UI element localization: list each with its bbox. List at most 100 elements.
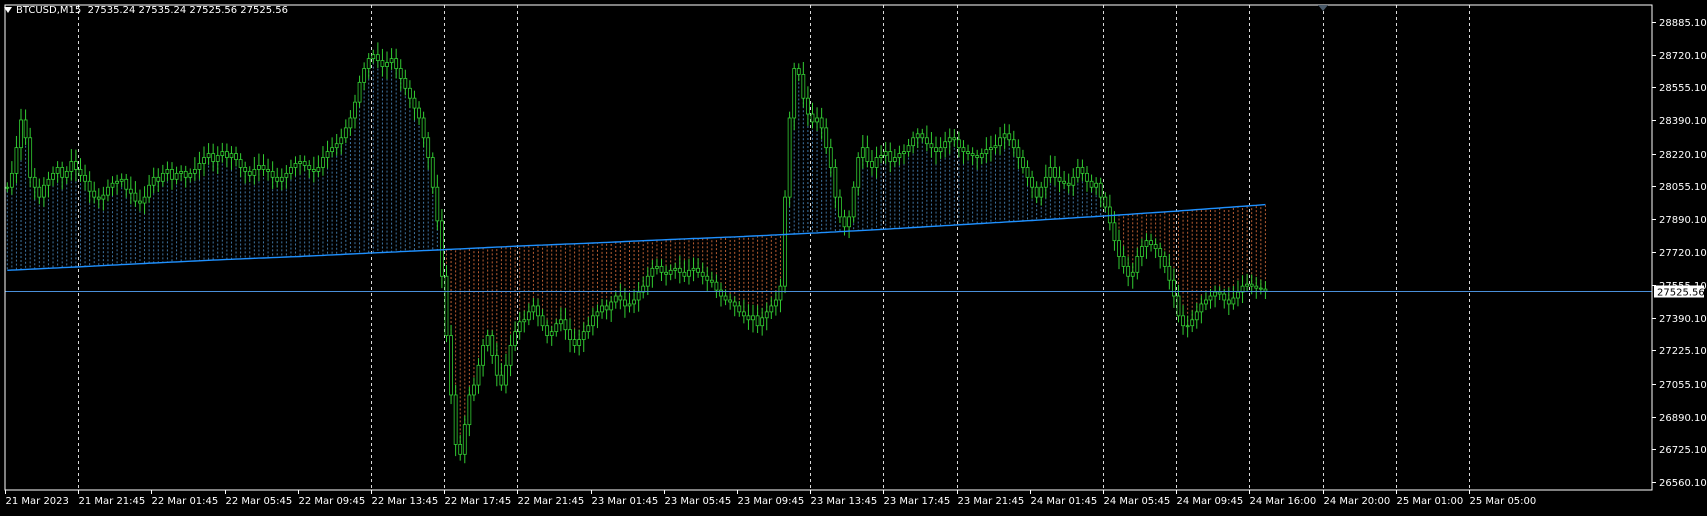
candle-body bbox=[984, 149, 989, 154]
price-chart[interactable]: 28885.10 28720.10 28555.10 28390.10 28220.10… bbox=[0, 0, 1707, 512]
candle-body bbox=[197, 163, 202, 170]
y-tick-label: 27890.10 bbox=[1659, 215, 1707, 226]
candle-body bbox=[943, 141, 948, 149]
candle-body bbox=[934, 147, 938, 153]
candle-body bbox=[1130, 271, 1135, 277]
candle-body bbox=[1057, 176, 1062, 182]
x-tick-label: 24 Mar 01:45 bbox=[1031, 496, 1098, 507]
candle-body bbox=[737, 305, 742, 313]
candle-body bbox=[700, 271, 705, 277]
candle-body bbox=[705, 275, 710, 281]
candle-body bbox=[115, 180, 119, 184]
candle-body bbox=[298, 161, 302, 164]
candle-body bbox=[1226, 299, 1231, 305]
chart-canvas[interactable]: 28885.10 28720.10 28555.10 28390.10 28220.10… bbox=[0, 0, 1707, 512]
candle-body bbox=[321, 157, 325, 168]
candle-body bbox=[1039, 186, 1044, 198]
candle-body bbox=[696, 267, 701, 273]
candle-body bbox=[417, 107, 421, 119]
candle-body bbox=[659, 265, 664, 273]
candle-body bbox=[508, 345, 513, 366]
candle-body bbox=[302, 161, 307, 166]
candle-body bbox=[128, 188, 133, 194]
candle-body bbox=[1194, 311, 1199, 321]
candle-body bbox=[1066, 182, 1071, 186]
candle-body bbox=[563, 319, 568, 331]
candle-body bbox=[1025, 167, 1030, 178]
candle-body bbox=[119, 178, 124, 182]
candle-body bbox=[444, 275, 449, 337]
y-tick-label: 26725.10 bbox=[1659, 445, 1707, 456]
candle-body bbox=[1149, 240, 1153, 246]
x-tick-label: 23 Mar 17:45 bbox=[884, 496, 951, 507]
candle-body bbox=[623, 299, 627, 307]
candle-body bbox=[691, 267, 696, 271]
candle-body bbox=[1030, 176, 1034, 188]
candle-body bbox=[586, 325, 591, 333]
candle-body bbox=[504, 364, 508, 386]
x-tick-label: 23 Mar 21:45 bbox=[958, 496, 1025, 507]
candle-body bbox=[51, 172, 55, 180]
candle-body bbox=[783, 196, 787, 287]
candle-body bbox=[60, 167, 65, 178]
candle-body bbox=[1121, 256, 1126, 267]
candle-body bbox=[490, 335, 495, 356]
candle-body bbox=[234, 153, 238, 160]
candle-body bbox=[1185, 325, 1190, 328]
x-tick-label: 24 Mar 16:00 bbox=[1250, 496, 1317, 507]
candle-body bbox=[709, 279, 714, 283]
candle-body bbox=[1190, 319, 1195, 327]
candle-body bbox=[531, 305, 536, 313]
candle-body bbox=[1158, 248, 1163, 257]
candle-body bbox=[664, 271, 668, 275]
candle-body bbox=[32, 176, 37, 188]
candle-body bbox=[888, 151, 893, 162]
candle-body bbox=[879, 155, 884, 158]
candle-body bbox=[151, 176, 156, 186]
candle-body bbox=[165, 169, 170, 174]
y-tick-label: 28390.10 bbox=[1659, 116, 1707, 127]
candle-body bbox=[1089, 180, 1094, 188]
candle-body bbox=[632, 299, 636, 305]
candle-body bbox=[911, 137, 916, 147]
candle-body bbox=[851, 186, 856, 218]
candle-body bbox=[801, 74, 806, 99]
candle-body bbox=[687, 269, 691, 277]
candle-body bbox=[133, 192, 138, 202]
candle-body bbox=[1135, 256, 1140, 273]
candle-body bbox=[778, 285, 783, 301]
candle-body bbox=[741, 311, 746, 317]
candle-body bbox=[266, 169, 270, 172]
x-tick-label: 21 Mar 2023 bbox=[6, 496, 69, 507]
candle-body bbox=[142, 196, 147, 204]
candle-body bbox=[682, 271, 687, 277]
candle-body bbox=[14, 147, 19, 174]
candle-body bbox=[1208, 295, 1213, 301]
x-tick-label: 22 Mar 13:45 bbox=[372, 496, 439, 507]
dropdown-triangle-icon[interactable] bbox=[4, 7, 12, 13]
x-tick-label: 24 Mar 20:00 bbox=[1324, 496, 1391, 507]
candle-body bbox=[481, 345, 485, 366]
candle-body bbox=[870, 161, 874, 168]
candle-body bbox=[645, 275, 650, 287]
candle-body bbox=[810, 113, 815, 123]
candle-body bbox=[316, 167, 321, 172]
candle-body bbox=[64, 170, 69, 178]
candle-body bbox=[1263, 288, 1268, 292]
candle-body bbox=[1199, 303, 1204, 313]
candle-body bbox=[106, 186, 110, 196]
candle-body bbox=[549, 331, 554, 337]
candle-body bbox=[650, 267, 655, 277]
candle-body bbox=[1254, 285, 1259, 289]
candle-body bbox=[819, 117, 824, 129]
x-tick-label: 22 Mar 05:45 bbox=[226, 496, 293, 507]
candle-body bbox=[1153, 244, 1158, 249]
candle-body bbox=[1172, 279, 1176, 297]
x-tick-label: 22 Mar 01:45 bbox=[152, 496, 219, 507]
candle-body bbox=[558, 319, 563, 325]
candle-body bbox=[1217, 291, 1222, 295]
candle-body bbox=[1181, 315, 1185, 327]
candle-body bbox=[229, 153, 234, 158]
candle-body bbox=[815, 117, 819, 123]
candle-body bbox=[357, 81, 362, 103]
